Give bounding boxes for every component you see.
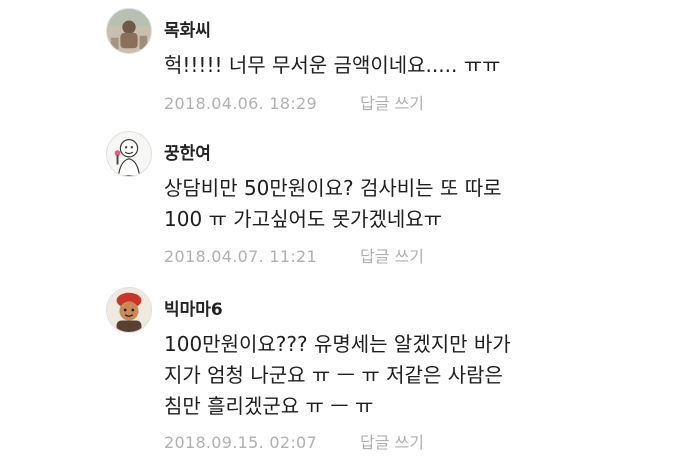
- character-avatar-icon[interactable]: [106, 287, 152, 333]
- comment-date: 2018.04.06. 18:29: [164, 94, 317, 113]
- comment-author[interactable]: 빅마마6: [164, 295, 223, 320]
- comment-author[interactable]: 꿍한여: [164, 139, 211, 164]
- cartoon-avatar-icon[interactable]: [106, 131, 152, 177]
- comment-author[interactable]: 목화씨: [164, 16, 211, 41]
- comment-meta: 2018.04.07. 11:21 답글 쓰기: [164, 243, 424, 267]
- comment-date: 2018.09.15. 02:07: [164, 433, 317, 452]
- comment-line: 100만원이요??? 유명세는 알겠지만 바가: [164, 332, 511, 356]
- comment-meta: 2018.09.15. 02:07 답글 쓰기: [164, 429, 424, 453]
- comment-line: 100 ㅠ 가고싶어도 못가겠네요ㅠ: [164, 207, 443, 231]
- comment-text: 헉!!!!! 너무 무서운 금액이네요..... ㅠㅠ: [164, 50, 664, 81]
- comment-text: 상담비만 50만원이요? 검사비는 또 따로 100 ㅠ 가고싶어도 못가겠네요…: [164, 173, 664, 235]
- comment-line: 침만 흘리겠군요 ㅠ ㅡ ㅠ: [164, 394, 374, 418]
- photo-avatar-icon[interactable]: [106, 8, 152, 54]
- reply-button[interactable]: 답글 쓰기: [360, 247, 424, 266]
- comment-meta: 2018.04.06. 18:29 답글 쓰기: [164, 90, 424, 114]
- comment-line: 지가 엄청 나군요 ㅠ ㅡ ㅠ 저같은 사람은: [164, 363, 503, 387]
- comment-date: 2018.04.07. 11:21: [164, 247, 317, 266]
- reply-button[interactable]: 답글 쓰기: [360, 433, 424, 452]
- reply-button[interactable]: 답글 쓰기: [360, 94, 424, 113]
- comment-line: 헉!!!!! 너무 무서운 금액이네요..... ㅠㅠ: [164, 53, 501, 77]
- comment-line: 상담비만 50만원이요? 검사비는 또 따로: [164, 176, 502, 200]
- comment-text: 100만원이요??? 유명세는 알겠지만 바가 지가 엄청 나군요 ㅠ ㅡ ㅠ …: [164, 329, 664, 422]
